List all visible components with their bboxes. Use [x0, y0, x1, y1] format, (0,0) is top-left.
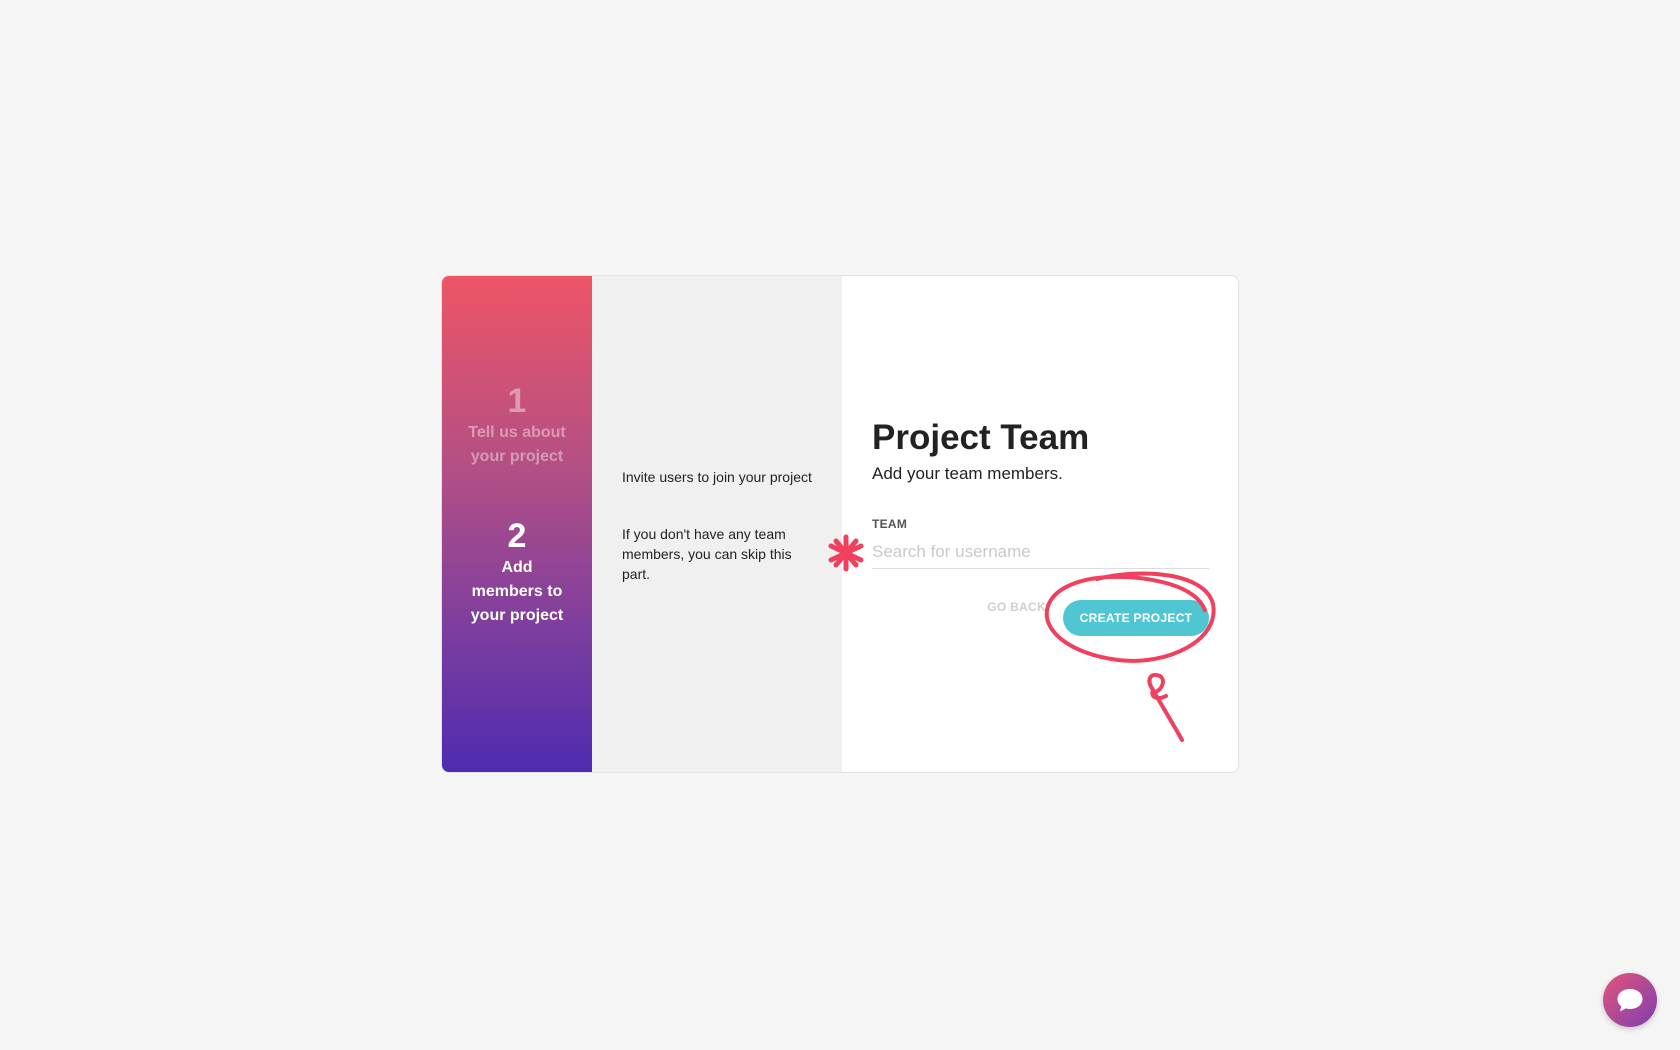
- form-panel: Project Team Add your team members. TEAM…: [842, 276, 1238, 772]
- create-project-button[interactable]: CREATE PROJECT: [1063, 600, 1209, 636]
- info-invite-text: Invite users to join your project: [622, 469, 812, 485]
- project-wizard-card: 1 Tell us about your project 2 Add membe…: [441, 275, 1239, 773]
- page-title: Project Team: [872, 418, 1090, 457]
- step-1-label: Tell us about your project: [468, 424, 566, 465]
- step-1[interactable]: 1 Tell us about your project: [442, 381, 592, 469]
- info-skip-text: If you don't have any team members, you …: [622, 526, 792, 582]
- chat-bubble-icon: [1617, 989, 1643, 1012]
- team-field-label: TEAM: [872, 517, 908, 531]
- go-back-button[interactable]: GO BACK: [946, 600, 1046, 614]
- page-subtitle: Add your team members.: [872, 464, 1063, 483]
- team-search-input[interactable]: [872, 536, 1209, 569]
- step-2-number: 2: [507, 517, 527, 555]
- chat-launcher-button[interactable]: [1603, 973, 1657, 1027]
- step-1-number: 1: [507, 382, 527, 420]
- steps-sidebar: 1 Tell us about your project 2 Add membe…: [442, 276, 592, 772]
- step-2[interactable]: 2 Add members to your project: [442, 516, 592, 628]
- step-2-label: Add members to your project: [470, 559, 564, 624]
- info-panel: Invite users to join your project If you…: [592, 276, 842, 772]
